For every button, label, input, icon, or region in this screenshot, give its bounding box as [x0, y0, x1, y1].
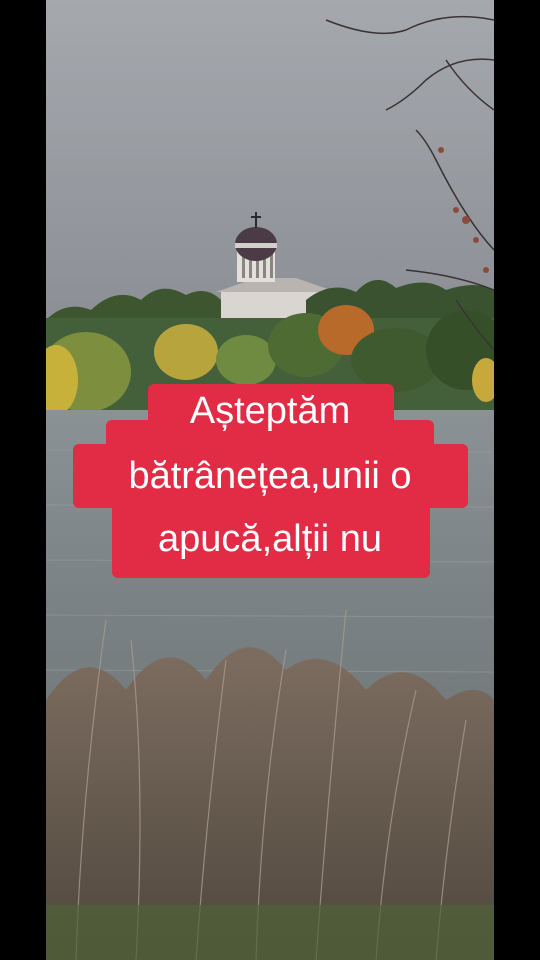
video-frame: Așteptăm bătrânețea,unii o apucă,alții n… — [0, 0, 540, 960]
lake-landscape-photo — [46, 0, 494, 960]
landscape-illustration — [46, 0, 494, 960]
